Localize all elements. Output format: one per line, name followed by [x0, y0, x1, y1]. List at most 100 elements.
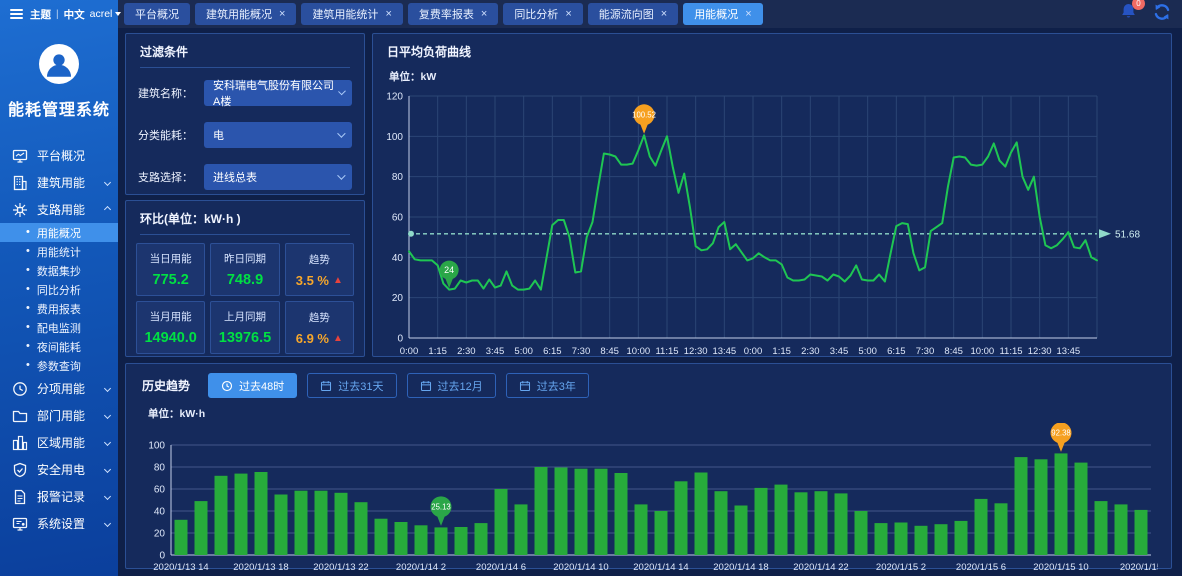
- header-divider: |: [56, 9, 59, 20]
- close-icon[interactable]: ×: [279, 9, 285, 20]
- sidebar-item[interactable]: 报警记录: [0, 483, 118, 510]
- svg-text:2020/1/14 6: 2020/1/14 6: [476, 562, 526, 573]
- settings-icon: [12, 516, 28, 532]
- calendar-icon: [519, 380, 531, 392]
- svg-text:11:15: 11:15: [655, 346, 678, 357]
- sidebar-subitem[interactable]: •费用报表: [0, 299, 118, 318]
- svg-text:3:45: 3:45: [830, 346, 849, 357]
- svg-text:80: 80: [154, 463, 166, 474]
- close-icon[interactable]: ×: [661, 9, 667, 20]
- tab-label: 同比分析: [514, 6, 558, 22]
- hamburger-menu-icon[interactable]: [8, 7, 25, 21]
- triangle-up-icon: ▲: [333, 275, 343, 286]
- svg-text:2020/1/15 6: 2020/1/15 6: [956, 562, 1006, 573]
- sidebar-subitem[interactable]: •同比分析: [0, 280, 118, 299]
- svg-text:60: 60: [154, 485, 166, 496]
- chevron-down-icon: [115, 12, 121, 16]
- top-tab[interactable]: 能源流向图×: [588, 3, 678, 25]
- stat-value: 748.9: [227, 272, 263, 288]
- close-icon[interactable]: ×: [481, 9, 487, 20]
- close-icon[interactable]: ×: [385, 9, 391, 20]
- svg-text:12:30: 12:30: [684, 346, 708, 357]
- top-tab[interactable]: 建筑用能概况 ×: [195, 3, 296, 25]
- sidebar-item-label: 安全用电: [37, 461, 85, 478]
- tab-label: 建筑用能概况: [206, 6, 272, 22]
- refresh-button[interactable]: [1152, 2, 1172, 27]
- user-menu[interactable]: acrel: [90, 8, 122, 20]
- sidebar-subitem[interactable]: •夜间能耗: [0, 337, 118, 356]
- energy-type-select[interactable]: 电: [204, 122, 352, 148]
- filter-panel: 过滤条件 建筑名称：安科瑞电气股份有限公司A楼分类能耗：电支路选择：进线总表: [125, 33, 365, 195]
- button-label: 过去31天: [338, 378, 383, 394]
- triangle-up-icon: ▲: [333, 333, 343, 344]
- sidebar-subitem[interactable]: •配电监测: [0, 318, 118, 337]
- close-icon[interactable]: ×: [745, 9, 751, 20]
- top-tab[interactable]: 平台概况: [124, 3, 190, 25]
- chevron-down-icon: [104, 520, 111, 527]
- sidebar-subitem[interactable]: •参数查询: [0, 356, 118, 375]
- svg-text:100.52: 100.52: [632, 111, 656, 120]
- chevron-down-icon: [104, 179, 111, 186]
- svg-text:10:00: 10:00: [626, 346, 650, 357]
- alarm-doc-icon: [12, 489, 28, 505]
- sidebar-item[interactable]: 支路用能: [0, 196, 118, 223]
- theme-label[interactable]: 主题: [30, 7, 51, 22]
- top-tab[interactable]: 复费率报表×: [408, 3, 498, 25]
- chevron-down-icon: [337, 171, 345, 179]
- top-tab[interactable]: 建筑用能统计×: [301, 3, 402, 25]
- close-icon[interactable]: ×: [565, 9, 571, 20]
- sidebar-subitem-label: 费用报表: [37, 301, 81, 317]
- notifications-button[interactable]: 0: [1119, 2, 1138, 26]
- svg-text:12:30: 12:30: [1028, 346, 1052, 357]
- branch-select[interactable]: 进线总表: [204, 164, 352, 190]
- filter-label: 分类能耗：: [138, 127, 204, 143]
- sidebar-subitem[interactable]: •数据集抄: [0, 261, 118, 280]
- history-range-button[interactable]: 过去48时: [208, 373, 297, 398]
- sidebar-subitem[interactable]: •用能统计: [0, 242, 118, 261]
- history-range-button[interactable]: 过去3年: [506, 373, 589, 398]
- chevron-down-icon: [337, 129, 345, 137]
- top-tab[interactable]: 用能概况 ×: [683, 3, 762, 25]
- comparison-panel-title: 环比(单位：kW·h ): [126, 201, 364, 234]
- sidebar-item[interactable]: 建筑用能: [0, 169, 118, 196]
- building-name-select[interactable]: 安科瑞电气股份有限公司A楼: [204, 80, 352, 106]
- chevron-down-icon: [104, 493, 111, 500]
- svg-text:2020/1/15 10: 2020/1/15 10: [1033, 562, 1088, 573]
- history-range-button[interactable]: 过去31天: [307, 373, 396, 398]
- language-label[interactable]: 中文: [64, 7, 85, 22]
- sidebar-item[interactable]: 区域用能: [0, 429, 118, 456]
- sidebar-subitem[interactable]: •用能概况: [0, 223, 118, 242]
- stat-cell: 当日用能775.2: [136, 243, 205, 296]
- history-bar-chart: 0204060801002020/1/13 142020/1/13 182020…: [139, 423, 1158, 575]
- sidebar-subitem-label: 同比分析: [37, 282, 81, 298]
- sidebar-item[interactable]: 部门用能: [0, 402, 118, 429]
- top-tab[interactable]: 同比分析 ×: [503, 3, 582, 25]
- sidebar-item[interactable]: 分项用能: [0, 375, 118, 402]
- sidebar-item[interactable]: 平台概况: [0, 142, 118, 169]
- sidebar-item[interactable]: 系统设置: [0, 510, 118, 537]
- svg-text:0:00: 0:00: [400, 346, 419, 357]
- history-range-button[interactable]: 过去12月: [407, 373, 496, 398]
- svg-text:51.68: 51.68: [1115, 229, 1140, 240]
- filter-row: 分类能耗：电: [138, 122, 352, 148]
- user-name: acrel: [90, 8, 113, 20]
- stat-value: 14940.0: [144, 330, 196, 346]
- history-unit-label: 单位：kW·h: [126, 404, 1171, 423]
- sidebar-menu: 平台概况建筑用能支路用能•用能概况•用能统计•数据集抄•同比分析•费用报表•配电…: [0, 142, 118, 537]
- svg-text:40: 40: [392, 253, 404, 264]
- sidebar-submenu: •用能概况•用能统计•数据集抄•同比分析•费用报表•配电监测•夜间能耗•参数查询: [0, 223, 118, 375]
- svg-text:13:45: 13:45: [712, 346, 736, 357]
- app-title: 能耗管理系统: [8, 96, 110, 120]
- tab-label: 用能概况: [694, 6, 738, 22]
- button-label: 过去48时: [239, 378, 284, 394]
- svg-text:7:30: 7:30: [572, 346, 591, 357]
- sidebar-item-label: 系统设置: [37, 515, 85, 532]
- svg-text:80: 80: [392, 172, 404, 183]
- tab-bar: 平台概况建筑用能概况×建筑用能统计×复费率报表×同比分析×能源流向图×用能概况×…: [118, 0, 1182, 28]
- svg-text:0: 0: [397, 334, 403, 345]
- stat-value: 13976.5: [219, 330, 271, 346]
- svg-text:25.13: 25.13: [431, 503, 451, 512]
- load-curve-panel: 日平均负荷曲线 单位：kW 0:001:152:303:455:006:157:…: [372, 33, 1172, 357]
- sidebar-item[interactable]: 安全用电: [0, 456, 118, 483]
- sidebar-item-label: 区域用能: [37, 434, 85, 451]
